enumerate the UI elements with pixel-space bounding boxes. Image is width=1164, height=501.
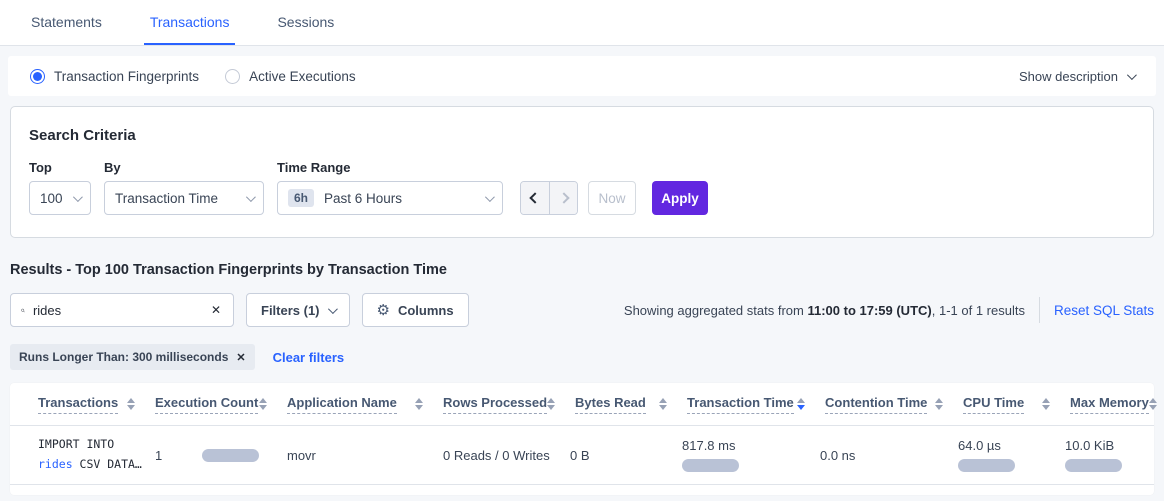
max-memory-cell: 10.0 KiB [1065, 438, 1154, 472]
filter-chip: Runs Longer Than: 300 milliseconds ✕ [10, 344, 255, 370]
radio-transaction-fingerprints[interactable]: Transaction Fingerprints [30, 69, 199, 84]
active-filters-row: Runs Longer Than: 300 milliseconds ✕ Cle… [10, 344, 1154, 370]
search-box: ✕ [10, 293, 234, 327]
radio-selected-icon [30, 69, 45, 84]
bytes-read-cell: 0 B [570, 448, 682, 463]
chevron-down-icon [73, 192, 83, 202]
by-select-value: Transaction Time [115, 191, 218, 206]
column-header-transactions[interactable]: Transactions [38, 395, 155, 414]
toolbar-divider [1039, 297, 1040, 323]
radio-active-executions[interactable]: Active Executions [225, 69, 356, 84]
clear-search-icon[interactable]: ✕ [209, 303, 223, 317]
sort-icon[interactable] [259, 398, 267, 410]
sort-icon[interactable] [415, 398, 423, 410]
table-row: IMPORT INTO rides CSV DATA… 1 movr 0 Rea… [10, 426, 1154, 485]
columns-button[interactable]: ⚙ Columns [362, 293, 469, 327]
column-header-transaction-time[interactable]: Transaction Time [687, 395, 825, 414]
sort-icon[interactable] [1149, 398, 1157, 410]
contention-time-cell: 0.0 ns [820, 448, 958, 463]
time-range-arrows [520, 181, 578, 215]
tab-sessions[interactable]: Sessions [271, 0, 340, 45]
remove-filter-icon[interactable]: ✕ [236, 351, 245, 364]
sort-icon-active-desc[interactable] [797, 398, 805, 410]
show-description-toggle[interactable]: Show description [1019, 69, 1134, 84]
top-field: Top 100 [29, 160, 91, 215]
filters-button[interactable]: Filters (1) [246, 293, 350, 327]
aggregated-stats-text: Showing aggregated stats from 11:00 to 1… [624, 303, 1025, 318]
top-field-label: Top [29, 160, 91, 175]
gear-icon: ⚙ [377, 303, 390, 318]
results-table: Transactions Execution Count Application… [10, 383, 1154, 495]
chevron-right-icon [558, 192, 569, 203]
sort-icon[interactable] [1042, 398, 1050, 410]
tab-transactions[interactable]: Transactions [144, 0, 236, 45]
by-field: By Transaction Time [104, 160, 264, 215]
search-criteria-form: Top 100 By Transaction Time Time Range 6… [29, 160, 1135, 215]
rows-processed-cell: 0 Reads / 0 Writes [443, 448, 570, 463]
sort-icon[interactable] [547, 398, 555, 410]
column-header-application-name[interactable]: Application Name [287, 395, 443, 414]
cpu-time-bar [958, 459, 1015, 472]
radio-unselected-icon [225, 69, 240, 84]
column-header-execution-count[interactable]: Execution Count [155, 395, 287, 414]
chevron-down-icon [1127, 70, 1137, 80]
sort-icon[interactable] [659, 398, 667, 410]
sort-icon[interactable] [127, 398, 135, 410]
chevron-left-icon [529, 192, 540, 203]
radio-label: Active Executions [249, 69, 356, 84]
transaction-time-bar [682, 459, 739, 472]
time-range-select[interactable]: 6h Past 6 Hours [277, 181, 503, 215]
stats-time-range: 11:00 to 17:59 (UTC) [807, 303, 931, 318]
execution-count-bar [202, 449, 259, 462]
execution-count-cell: 1 [155, 448, 287, 463]
tab-statements[interactable]: Statements [25, 0, 108, 45]
cpu-time-cell: 64.0 µs [958, 438, 1065, 472]
show-description-label: Show description [1019, 69, 1118, 84]
reset-sql-stats-link[interactable]: Reset SQL Stats [1054, 303, 1154, 318]
column-header-cpu-time[interactable]: CPU Time [963, 395, 1070, 414]
previous-time-range-button[interactable] [521, 182, 549, 214]
radio-label: Transaction Fingerprints [54, 69, 199, 84]
max-memory-bar [1065, 459, 1122, 472]
search-input[interactable] [33, 303, 209, 318]
filter-chip-label: Runs Longer Than: 300 milliseconds [19, 350, 228, 364]
transaction-time-cell: 817.8 ms [682, 438, 820, 472]
by-field-label: By [104, 160, 264, 175]
columns-button-label: Columns [398, 303, 454, 318]
time-range-field: Time Range 6h Past 6 Hours [277, 160, 503, 215]
column-header-max-memory[interactable]: Max Memory [1070, 395, 1164, 414]
time-range-label: Time Range [277, 160, 503, 175]
filters-button-label: Filters (1) [261, 303, 320, 318]
next-time-range-button[interactable] [549, 182, 577, 214]
chevron-down-icon [327, 304, 337, 314]
search-criteria-card: Search Criteria Top 100 By Transaction T… [10, 106, 1154, 238]
top-select-value: 100 [40, 191, 63, 206]
by-select[interactable]: Transaction Time [104, 181, 264, 215]
view-toggle-row: Transaction Fingerprints Active Executio… [8, 56, 1156, 96]
results-toolbar: ✕ Filters (1) ⚙ Columns Showing aggregat… [10, 293, 1154, 327]
apply-button[interactable]: Apply [652, 181, 708, 215]
column-header-rows-processed[interactable]: Rows Processed [443, 395, 575, 414]
page-tabs: Statements Transactions Sessions [0, 0, 1164, 46]
results-heading: Results - Top 100 Transaction Fingerprin… [10, 262, 1154, 278]
chevron-down-icon [246, 192, 256, 202]
time-range-value: Past 6 Hours [324, 191, 402, 206]
search-criteria-title: Search Criteria [29, 127, 1135, 144]
search-icon [21, 304, 25, 317]
time-range-badge: 6h [288, 189, 314, 207]
column-header-contention-time[interactable]: Contention Time [825, 395, 963, 414]
transaction-fingerprint-link[interactable]: IMPORT INTO rides CSV DATA… [38, 435, 155, 474]
sort-icon[interactable] [935, 398, 943, 410]
top-select[interactable]: 100 [29, 181, 91, 215]
table-header-row: Transactions Execution Count Application… [10, 383, 1154, 426]
clear-filters-link[interactable]: Clear filters [273, 350, 345, 365]
column-header-bytes-read[interactable]: Bytes Read [575, 395, 687, 414]
now-button[interactable]: Now [588, 181, 636, 215]
application-name-cell: movr [287, 448, 443, 463]
chevron-down-icon [485, 192, 495, 202]
search-term-highlight: rides [38, 457, 73, 471]
